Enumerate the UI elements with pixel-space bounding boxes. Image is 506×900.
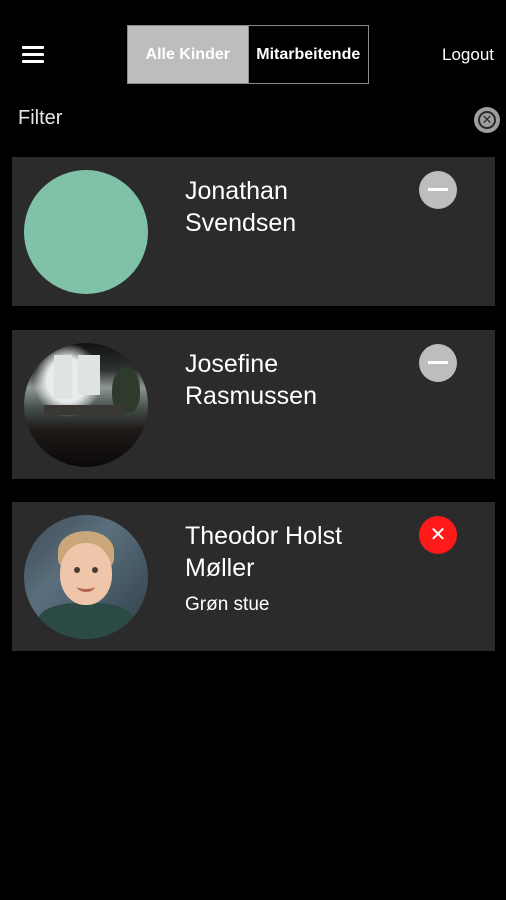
child-last-name: Møller	[185, 554, 255, 582]
logout-button[interactable]: Logout	[442, 45, 494, 65]
child-first-name: Jonathan	[185, 177, 288, 205]
child-last-name: Rasmussen	[185, 382, 317, 410]
avatar	[24, 515, 148, 639]
view-toggle: Alle Kinder Mitarbeitende	[127, 25, 369, 84]
close-circle-icon[interactable]: ✕	[419, 516, 457, 554]
child-card[interactable]: Josefine Rasmussen	[12, 330, 495, 479]
hamburger-icon[interactable]	[22, 43, 46, 65]
minus-circle-icon[interactable]	[419, 344, 457, 382]
child-name: Jonathan Svendsen	[185, 175, 425, 239]
clear-circle-icon[interactable]: ✕	[474, 107, 500, 133]
avatar	[24, 170, 148, 294]
tab-mitarbeitende[interactable]: Mitarbeitende	[248, 26, 368, 83]
avatar	[24, 343, 148, 467]
child-first-name: Theodor Holst	[185, 522, 343, 550]
tab-alle-kinder[interactable]: Alle Kinder	[128, 26, 249, 83]
minus-circle-icon[interactable]	[419, 171, 457, 209]
filter-label[interactable]: Filter	[18, 107, 62, 130]
close-glyph: ✕	[429, 524, 447, 546]
child-last-name: Svendsen	[185, 209, 297, 237]
child-card[interactable]: Jonathan Svendsen	[12, 157, 495, 306]
child-group: Grøn stue	[185, 594, 270, 615]
top-bar: Alle Kinder Mitarbeitende Logout	[0, 0, 506, 110]
child-first-name: Josefine	[185, 350, 279, 378]
child-name: Theodor Holst Møller	[185, 520, 425, 584]
child-card[interactable]: Theodor Holst Møller Grøn stue ✕	[12, 502, 495, 651]
child-name: Josefine Rasmussen	[185, 348, 425, 412]
